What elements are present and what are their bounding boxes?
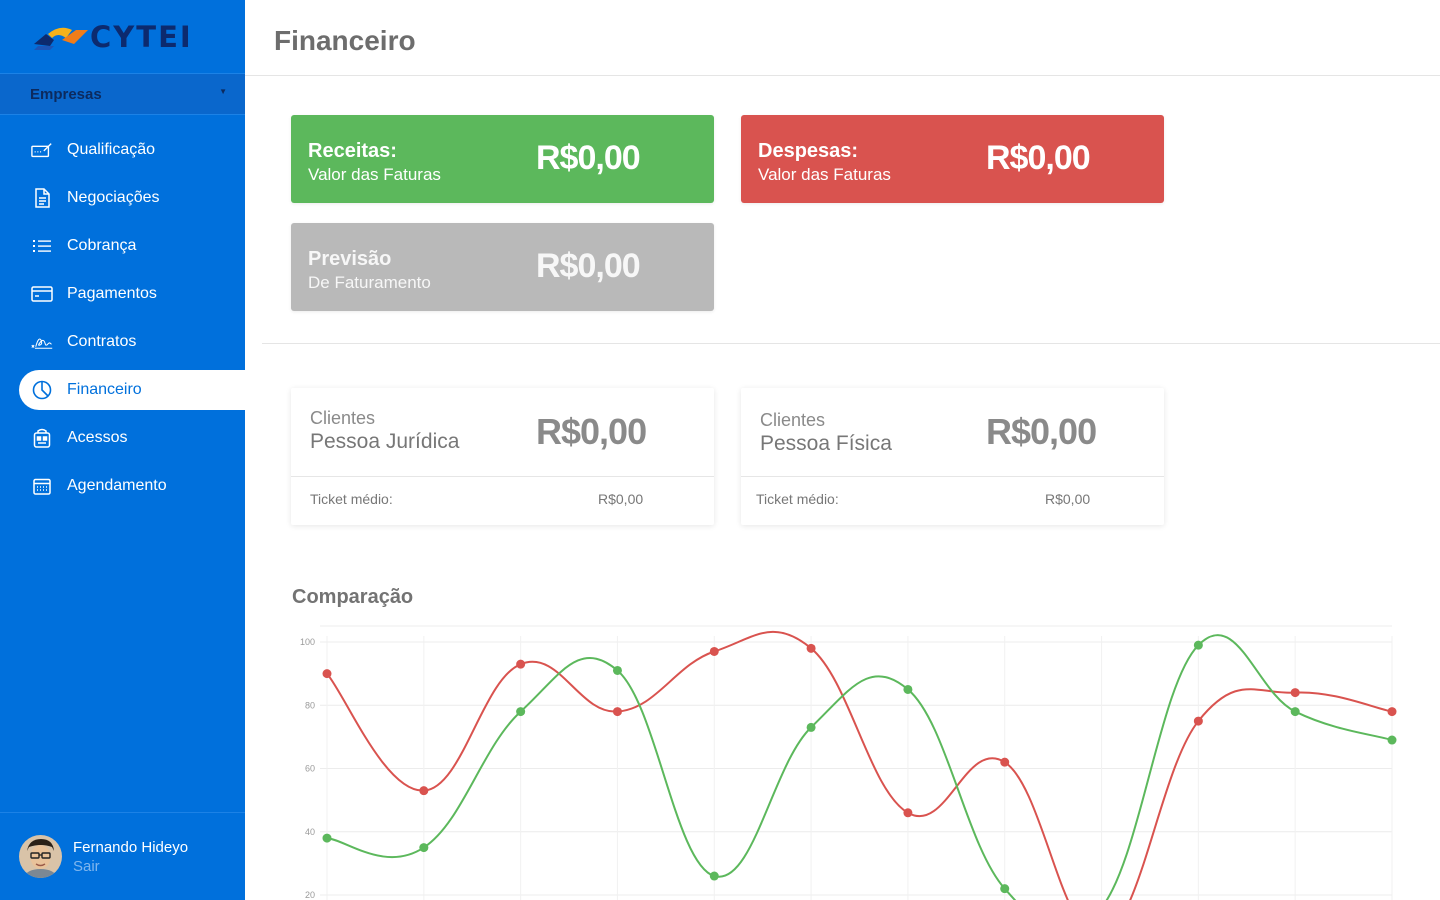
data-point [1000, 884, 1010, 894]
card-line1: Clientes [760, 410, 826, 430]
revenue-card-subtitle: Valor das Faturas [308, 165, 441, 184]
y-tick-label: 100 [300, 637, 315, 647]
sidebar-item-acessos[interactable]: Acessos [0, 418, 245, 458]
ticket-label: Ticket médio: [310, 491, 393, 507]
data-point [1387, 735, 1397, 745]
list-icon [31, 235, 53, 257]
data-point [806, 722, 816, 732]
revenue-card-value: R$0,00 [536, 139, 641, 177]
data-point [1193, 716, 1203, 726]
sidebar: CYTEI Empresas ▼ Qualificação Negociaçõe… [0, 0, 245, 900]
brand-name: CYTEI [90, 19, 193, 54]
revenue-card[interactable]: Receitas: Valor das Faturas R$0,00 [291, 115, 714, 203]
expenses-card-title: Despesas: [758, 140, 859, 162]
card-value: R$0,00 [986, 411, 1097, 452]
y-tick-label: 80 [305, 700, 315, 710]
sidebar-item-pagamentos[interactable]: Pagamentos [0, 274, 245, 314]
forecast-card-value: R$0,00 [536, 247, 641, 285]
forecast-card-subtitle: De Faturamento [308, 273, 431, 292]
forecast-card[interactable]: Previsão De Faturamento R$0,00 [291, 223, 714, 311]
user-info: Fernando Hideyo Sair [73, 839, 188, 875]
card-line2: Pessoa Física [760, 432, 892, 455]
sidebar-item-label: Agendamento [67, 477, 167, 494]
card-top: Clientes Pessoa Jurídica R$0,00 [291, 388, 714, 477]
revenue-card-title: Receitas: [308, 140, 397, 162]
calendar-icon [31, 475, 53, 497]
y-tick-label: 60 [305, 764, 315, 774]
data-point [612, 665, 622, 675]
sidebar-item-label: Pagamentos [67, 285, 157, 302]
credit-card-icon [31, 283, 53, 305]
comparison-title: Comparação [292, 586, 414, 608]
signature-icon [31, 331, 53, 353]
access-icon [31, 427, 53, 449]
comparison-chart: 100 80 60 40 20 [300, 625, 1397, 900]
data-point [322, 833, 332, 843]
card-value: R$0,00 [536, 411, 647, 452]
app-root: CYTEI Empresas ▼ Qualificação Negociaçõe… [0, 0, 1440, 900]
section-divider [262, 343, 1440, 344]
clients-legal-entity-card[interactable]: Clientes Pessoa Jurídica R$0,00 Ticket m… [291, 388, 714, 525]
sidebar-item-label: Negociações [67, 189, 160, 206]
data-point [709, 871, 719, 881]
company-selector[interactable]: Empresas ▼ [0, 74, 245, 115]
data-point [612, 707, 622, 717]
sidebar-item-agendamento[interactable]: Agendamento [0, 466, 245, 506]
sidebar-item-qualificacao[interactable]: Qualificação [0, 130, 245, 170]
card-line2: Pessoa Jurídica [310, 430, 460, 453]
card-line1: Clientes [310, 408, 376, 428]
clients-individual-card[interactable]: Clientes Pessoa Física R$0,00 Ticket méd… [741, 388, 1164, 525]
company-selector-label: Empresas [30, 85, 102, 103]
sidebar-item-label: Cobrança [67, 237, 137, 254]
data-point [903, 808, 913, 818]
series-line-2 [326, 634, 1393, 900]
ticket-label: Ticket médio: [756, 491, 839, 507]
series-line-1 [326, 630, 1393, 900]
user-profile: Fernando Hideyo Sair [0, 812, 245, 900]
data-point [516, 707, 526, 717]
sidebar-item-label: Qualificação [67, 141, 156, 158]
ticket-value: R$0,00 [598, 491, 644, 507]
data-point [1290, 707, 1300, 717]
card-top: Clientes Pessoa Física R$0,00 [741, 388, 1164, 477]
qualification-icon [31, 139, 53, 161]
sidebar-item-label: Financeiro [67, 381, 142, 398]
sidebar-item-financeiro[interactable]: Financeiro [19, 370, 245, 410]
data-point [516, 659, 526, 669]
forecast-card-title: Previsão [308, 248, 392, 270]
page-header: Financeiro [245, 0, 1440, 76]
pie-chart-icon [31, 379, 53, 401]
data-point [322, 669, 332, 679]
data-point [709, 646, 719, 656]
page-title: Financeiro [274, 25, 416, 56]
y-tick-label: 20 [305, 890, 315, 900]
data-point [1193, 640, 1203, 650]
data-point [1000, 757, 1010, 767]
brand-logo-icon [34, 27, 88, 50]
user-name: Fernando Hideyo [73, 838, 189, 856]
expenses-card-value: R$0,00 [986, 139, 1091, 177]
sidebar-item-contratos[interactable]: Contratos [0, 322, 245, 362]
sidebar-item-label: Contratos [67, 333, 137, 350]
ticket-value: R$0,00 [1045, 491, 1091, 507]
data-point [419, 843, 429, 853]
sidebar-nav: Qualificação Negociações Cobrança Pagame… [0, 130, 245, 506]
expenses-card[interactable]: Despesas: Valor das Faturas R$0,00 [741, 115, 1164, 203]
document-icon [31, 187, 53, 209]
brand-logo[interactable]: CYTEI [0, 0, 245, 74]
logout-link[interactable]: Sair [73, 858, 188, 875]
data-point [1387, 707, 1397, 717]
data-point [419, 786, 429, 796]
y-tick-label: 40 [305, 827, 315, 837]
data-point [903, 684, 913, 694]
sidebar-item-cobranca[interactable]: Cobrança [0, 226, 245, 266]
avatar[interactable] [19, 835, 62, 878]
sidebar-item-label: Acessos [67, 429, 128, 446]
data-point [806, 643, 816, 653]
expenses-card-subtitle: Valor das Faturas [758, 165, 891, 184]
sidebar-item-negociacoes[interactable]: Negociações [0, 178, 245, 218]
data-point [1290, 688, 1300, 698]
caret-down-icon: ▼ [219, 86, 227, 96]
